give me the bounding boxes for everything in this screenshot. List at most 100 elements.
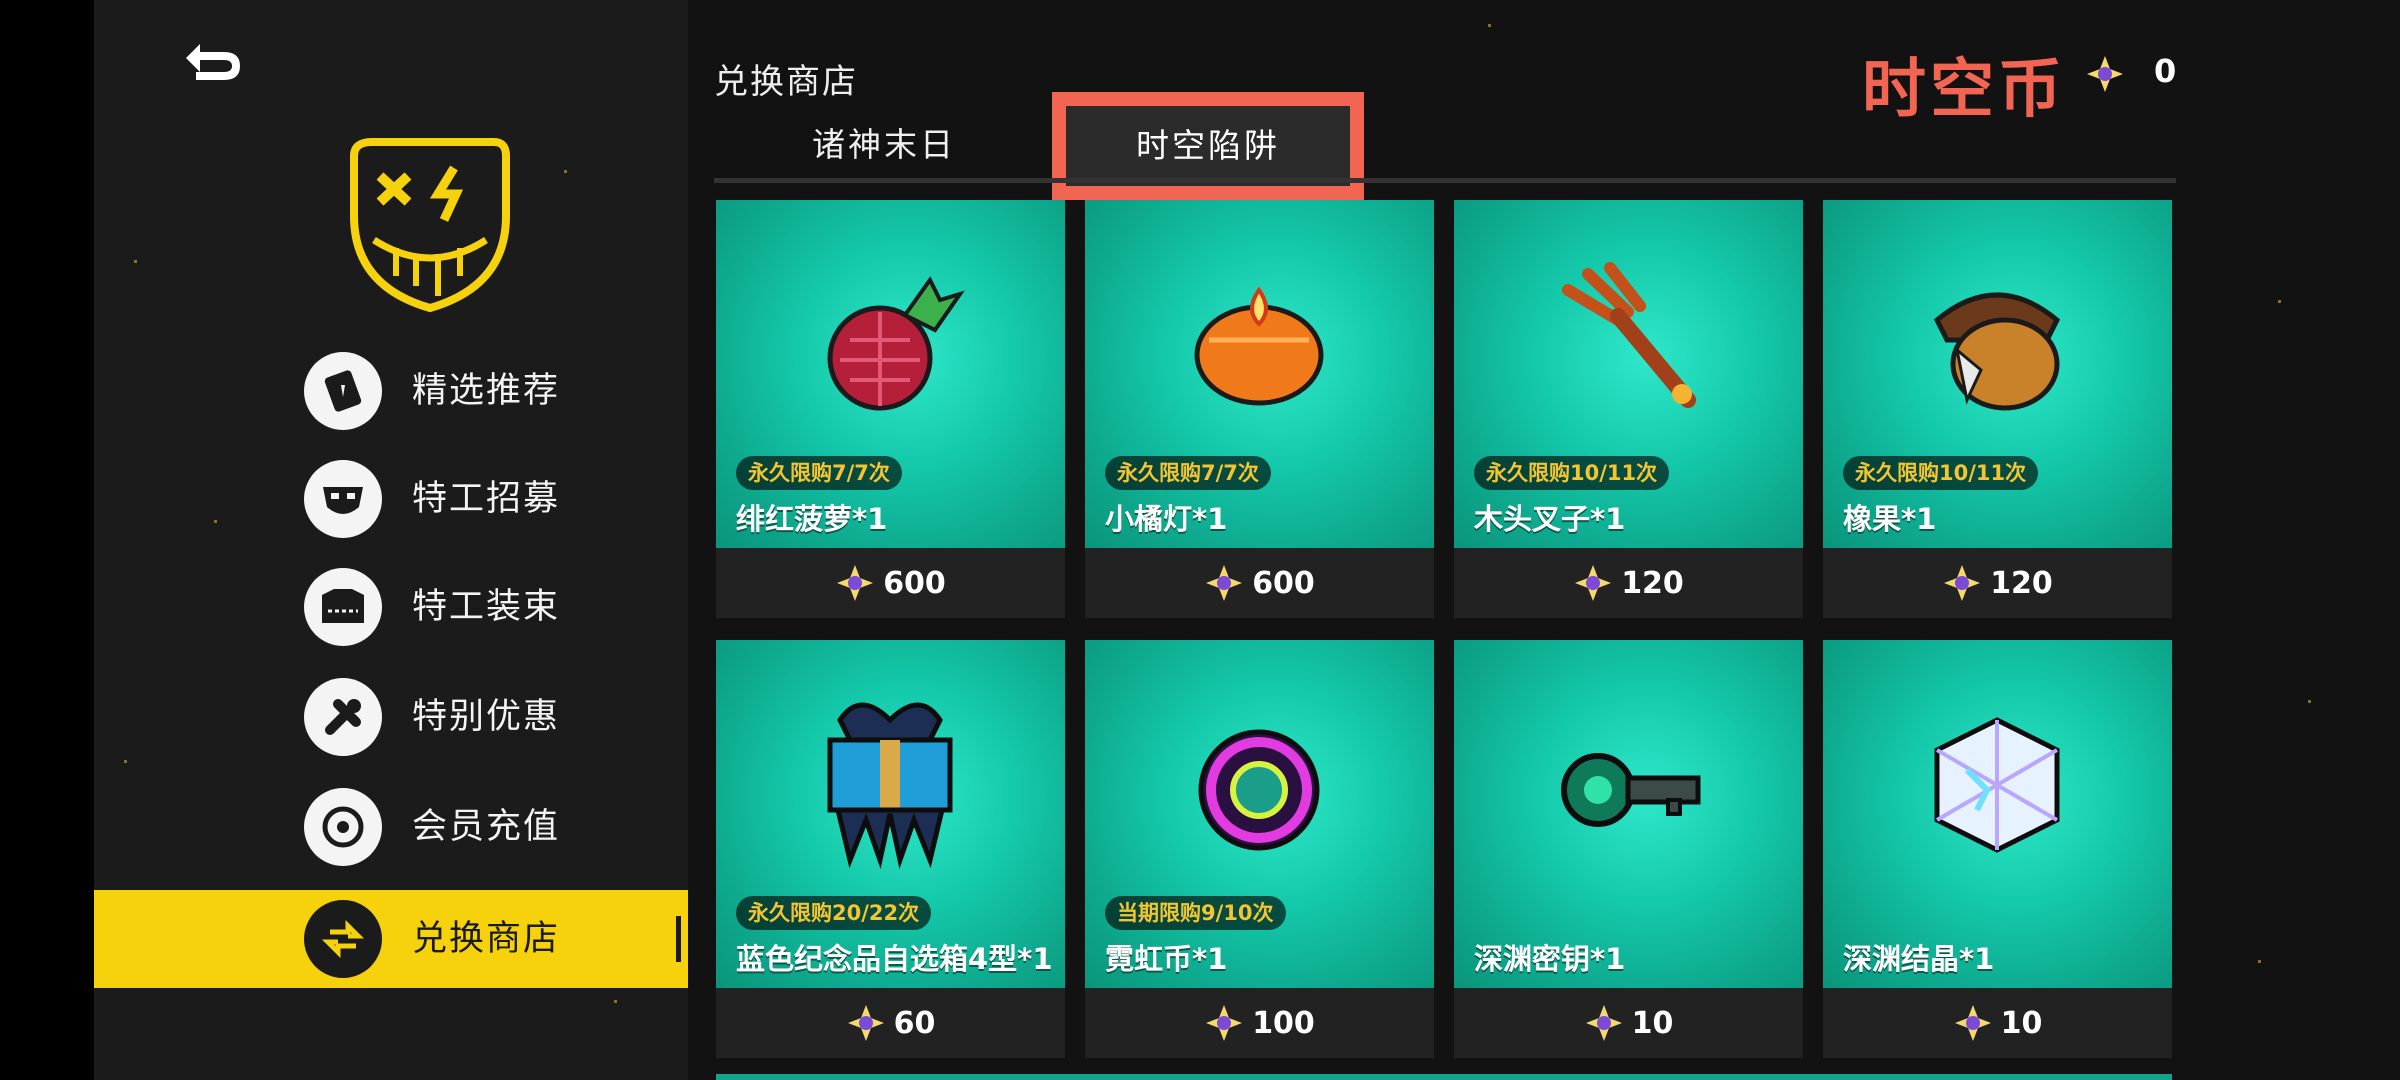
sidebar-item-label: 特工装束: [412, 587, 561, 627]
sidebar-item-featured[interactable]: 精选推荐: [94, 342, 688, 440]
star-coin-icon: [1206, 565, 1243, 601]
item-price: 10: [1631, 1005, 1674, 1041]
item-price: 60: [893, 1005, 936, 1041]
card-icon: [304, 352, 382, 430]
sidebar-item-special-offer[interactable]: 特别优惠: [94, 668, 688, 766]
sidebar-item-label: 特工招募: [412, 479, 561, 519]
item-name: 橡果*1: [1843, 502, 1937, 536]
decor-dot: [1488, 24, 1491, 27]
currency-balance: 0: [2154, 52, 2177, 90]
decor-dot: [564, 170, 567, 173]
shop-item-card[interactable]: 深渊结晶*1 10: [1823, 640, 2172, 1058]
neon-coin-icon: [1198, 729, 1320, 851]
star-coin-icon: [837, 565, 874, 601]
item-name: 深渊密钥*1: [1474, 942, 1626, 976]
sidebar-item-recruit[interactable]: 特工招募: [94, 450, 688, 548]
orange-lamp-icon: [1194, 286, 1324, 406]
decor-dot: [2308, 700, 2311, 703]
item-price: 600: [1252, 565, 1315, 601]
sidebar-item-exchange-shop[interactable]: 兑换商店: [94, 890, 688, 988]
shop-item-card[interactable]: 永久限购20/22次 蓝色纪念品自选箱4型*1 60: [716, 640, 1065, 1058]
item-image: 永久限购7/7次 绯红菠萝*1: [716, 200, 1065, 548]
tab-underline: [714, 178, 2176, 183]
active-indicator: [676, 916, 681, 962]
price-row: 10: [1823, 988, 2172, 1058]
page-title: 兑换商店: [714, 62, 858, 102]
item-name: 深渊结晶*1: [1843, 942, 1995, 976]
purchase-limit-badge: 永久限购7/7次: [1105, 456, 1271, 490]
next-row-peek: [716, 1074, 2172, 1080]
sidebar-item-label: 会员充值: [412, 807, 561, 847]
sidebar-item-membership[interactable]: 会员充值: [94, 778, 688, 876]
shop-item-card[interactable]: 永久限购10/11次 木头叉子*1 120: [1454, 200, 1803, 618]
item-price: 120: [1621, 565, 1684, 601]
purchase-limit-badge: 永久限购10/11次: [1843, 456, 2039, 490]
decor-dot: [2258, 960, 2261, 963]
tab-time-trap[interactable]: 时空陷阱: [1066, 106, 1350, 186]
star-coin-icon: [1575, 565, 1612, 601]
sidebar-item-outfit[interactable]: 特工装束: [94, 558, 688, 656]
target-icon: [304, 788, 382, 866]
price-row: 600: [716, 548, 1065, 618]
decor-dot: [2278, 300, 2281, 303]
item-name: 蓝色纪念品自选箱4型*1: [736, 942, 1053, 976]
sidebar-item-label: 特别优惠: [412, 697, 561, 737]
price-row: 60: [716, 988, 1065, 1058]
price-row: 100: [1085, 988, 1434, 1058]
price-row: 10: [1454, 988, 1803, 1058]
shop-item-card[interactable]: 深渊密钥*1 10: [1454, 640, 1803, 1058]
item-image: 永久限购20/22次 蓝色纪念品自选箱4型*1: [716, 640, 1065, 988]
pineapple-icon: [827, 276, 965, 411]
price-row: 120: [1454, 548, 1803, 618]
agent-face-icon: [304, 460, 382, 538]
sidebar-item-label: 兑换商店: [412, 919, 561, 959]
shop-item-card[interactable]: 永久限购10/11次 橡果*1 120: [1823, 200, 2172, 618]
abyss-key-icon: [1561, 753, 1701, 827]
wrench-icon: [304, 678, 382, 756]
decor-dot: [134, 260, 137, 263]
tab-ragnarok[interactable]: 诸神末日: [734, 104, 1034, 186]
item-price: 100: [1252, 1005, 1315, 1041]
back-arrow-icon: [186, 44, 240, 80]
sidebar-item-label: 精选推荐: [412, 371, 561, 411]
currency-label: 时空币: [1862, 53, 2066, 127]
main-panel: 兑换商店 时空币 0 诸神末日 时空陷阱 永久限购7/7次 绯红菠萝*1 600: [688, 0, 2400, 1080]
decor-dot: [614, 1000, 617, 1003]
purchase-limit-badge: 永久限购10/11次: [1474, 456, 1670, 490]
star-coin-icon: [1585, 1005, 1622, 1041]
game-logo: [344, 136, 514, 316]
sidebar: 精选推荐 特工招募 特工装束 特别优惠 会员充值 兑换商店: [94, 0, 688, 1080]
star-coin-icon: [847, 1005, 884, 1041]
gift-box-icon: [827, 702, 953, 870]
shop-item-card[interactable]: 当期限购9/10次 霓虹币*1 100: [1085, 640, 1434, 1058]
back-button[interactable]: [178, 36, 248, 86]
item-image: 永久限购10/11次 橡果*1: [1823, 200, 2172, 548]
purchase-limit-badge: 当期限购9/10次: [1105, 896, 1286, 930]
purchase-limit-badge: 永久限购7/7次: [736, 456, 902, 490]
exchange-icon: [304, 900, 382, 978]
item-name: 霓虹币*1: [1105, 942, 1228, 976]
item-price: 120: [1990, 565, 2053, 601]
item-name: 小橘灯*1: [1105, 502, 1228, 536]
star-coin-icon: [1206, 1005, 1243, 1041]
abyss-crystal-icon: [1934, 717, 2060, 853]
outfit-icon: [304, 568, 382, 646]
shop-item-card[interactable]: 永久限购7/7次 绯红菠萝*1 600: [716, 200, 1065, 618]
star-coin-icon: [2085, 54, 2125, 98]
item-price: 600: [883, 565, 946, 601]
star-coin-icon: [1954, 1005, 1991, 1041]
item-image: 当期限购9/10次 霓虹币*1: [1085, 640, 1434, 988]
item-name: 木头叉子*1: [1474, 502, 1626, 536]
item-image: 深渊结晶*1: [1823, 640, 2172, 988]
star-coin-icon: [1944, 565, 1981, 601]
price-row: 600: [1085, 548, 1434, 618]
wooden-fork-icon: [1562, 262, 1696, 408]
price-row: 120: [1823, 548, 2172, 618]
item-image: 深渊密钥*1: [1454, 640, 1803, 988]
item-image: 永久限购7/7次 小橘灯*1: [1085, 200, 1434, 548]
item-image: 永久限购10/11次 木头叉子*1: [1454, 200, 1803, 548]
item-name: 绯红菠萝*1: [736, 502, 888, 536]
shop-item-card[interactable]: 永久限购7/7次 小橘灯*1 600: [1085, 200, 1434, 618]
purchase-limit-badge: 永久限购20/22次: [736, 896, 932, 930]
item-price: 10: [2000, 1005, 2043, 1041]
